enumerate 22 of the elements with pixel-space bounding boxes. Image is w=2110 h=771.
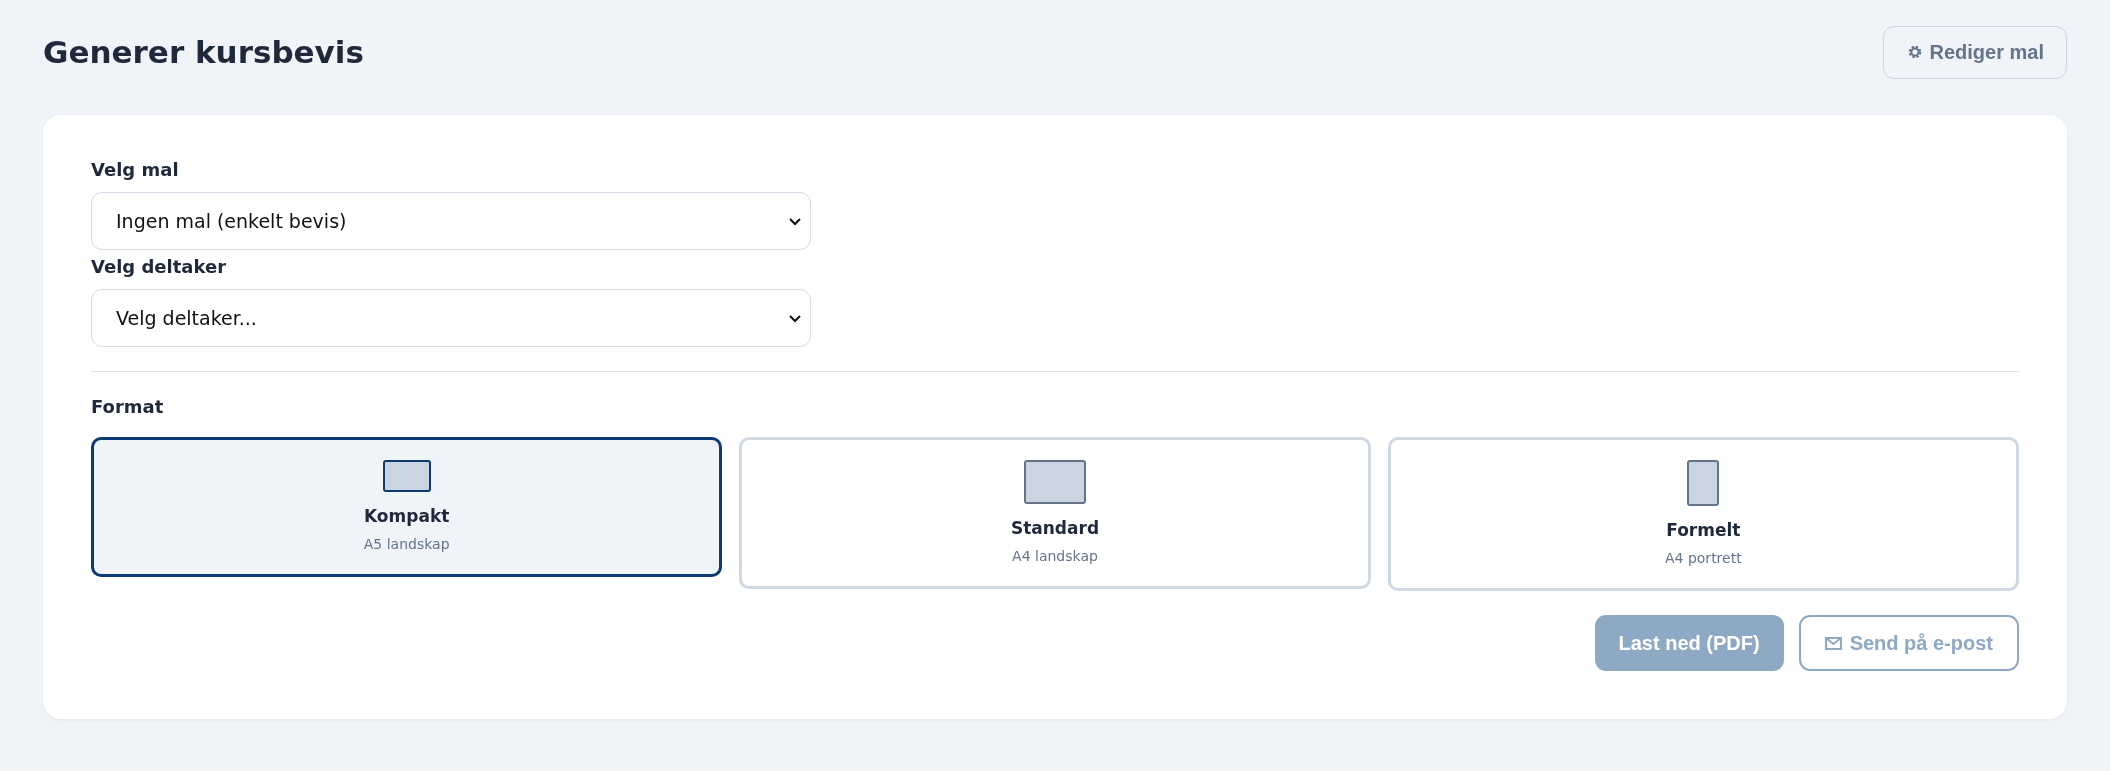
select-field[interactable]: Velg deltaker...	[91, 289, 811, 347]
format-option[interactable]: Standard A4 landskap	[739, 437, 1371, 589]
page-icon	[1687, 460, 1720, 506]
page-icon	[1024, 460, 1086, 504]
format-title: Standard	[1010, 518, 1100, 538]
format-label: Format	[91, 396, 165, 417]
format-title: Formelt	[1666, 520, 1741, 540]
chevron-down-icon	[788, 313, 802, 323]
format-subtitle: A5 landskap	[363, 536, 450, 552]
envelope-icon	[1824, 636, 1842, 650]
select-field[interactable]: Ingen mal (enkelt bevis)	[91, 192, 811, 250]
format-option[interactable]: Formelt A4 portrett	[1387, 437, 2019, 591]
format-subtitle: A4 portrett	[1665, 550, 1742, 566]
edit-template-button[interactable]: Rediger mal	[1882, 25, 2067, 79]
format-title: Kompakt	[364, 506, 450, 526]
format-option[interactable]: Kompakt A5 landskap	[91, 437, 723, 577]
field-label: Velg mal	[91, 159, 180, 180]
page-icon	[382, 460, 431, 492]
format-subtitle: A4 landskap	[1012, 548, 1098, 564]
page-title: Generer kursbevis	[43, 34, 364, 70]
chevron-down-icon	[788, 216, 802, 226]
field-label: Velg deltaker	[91, 256, 228, 277]
